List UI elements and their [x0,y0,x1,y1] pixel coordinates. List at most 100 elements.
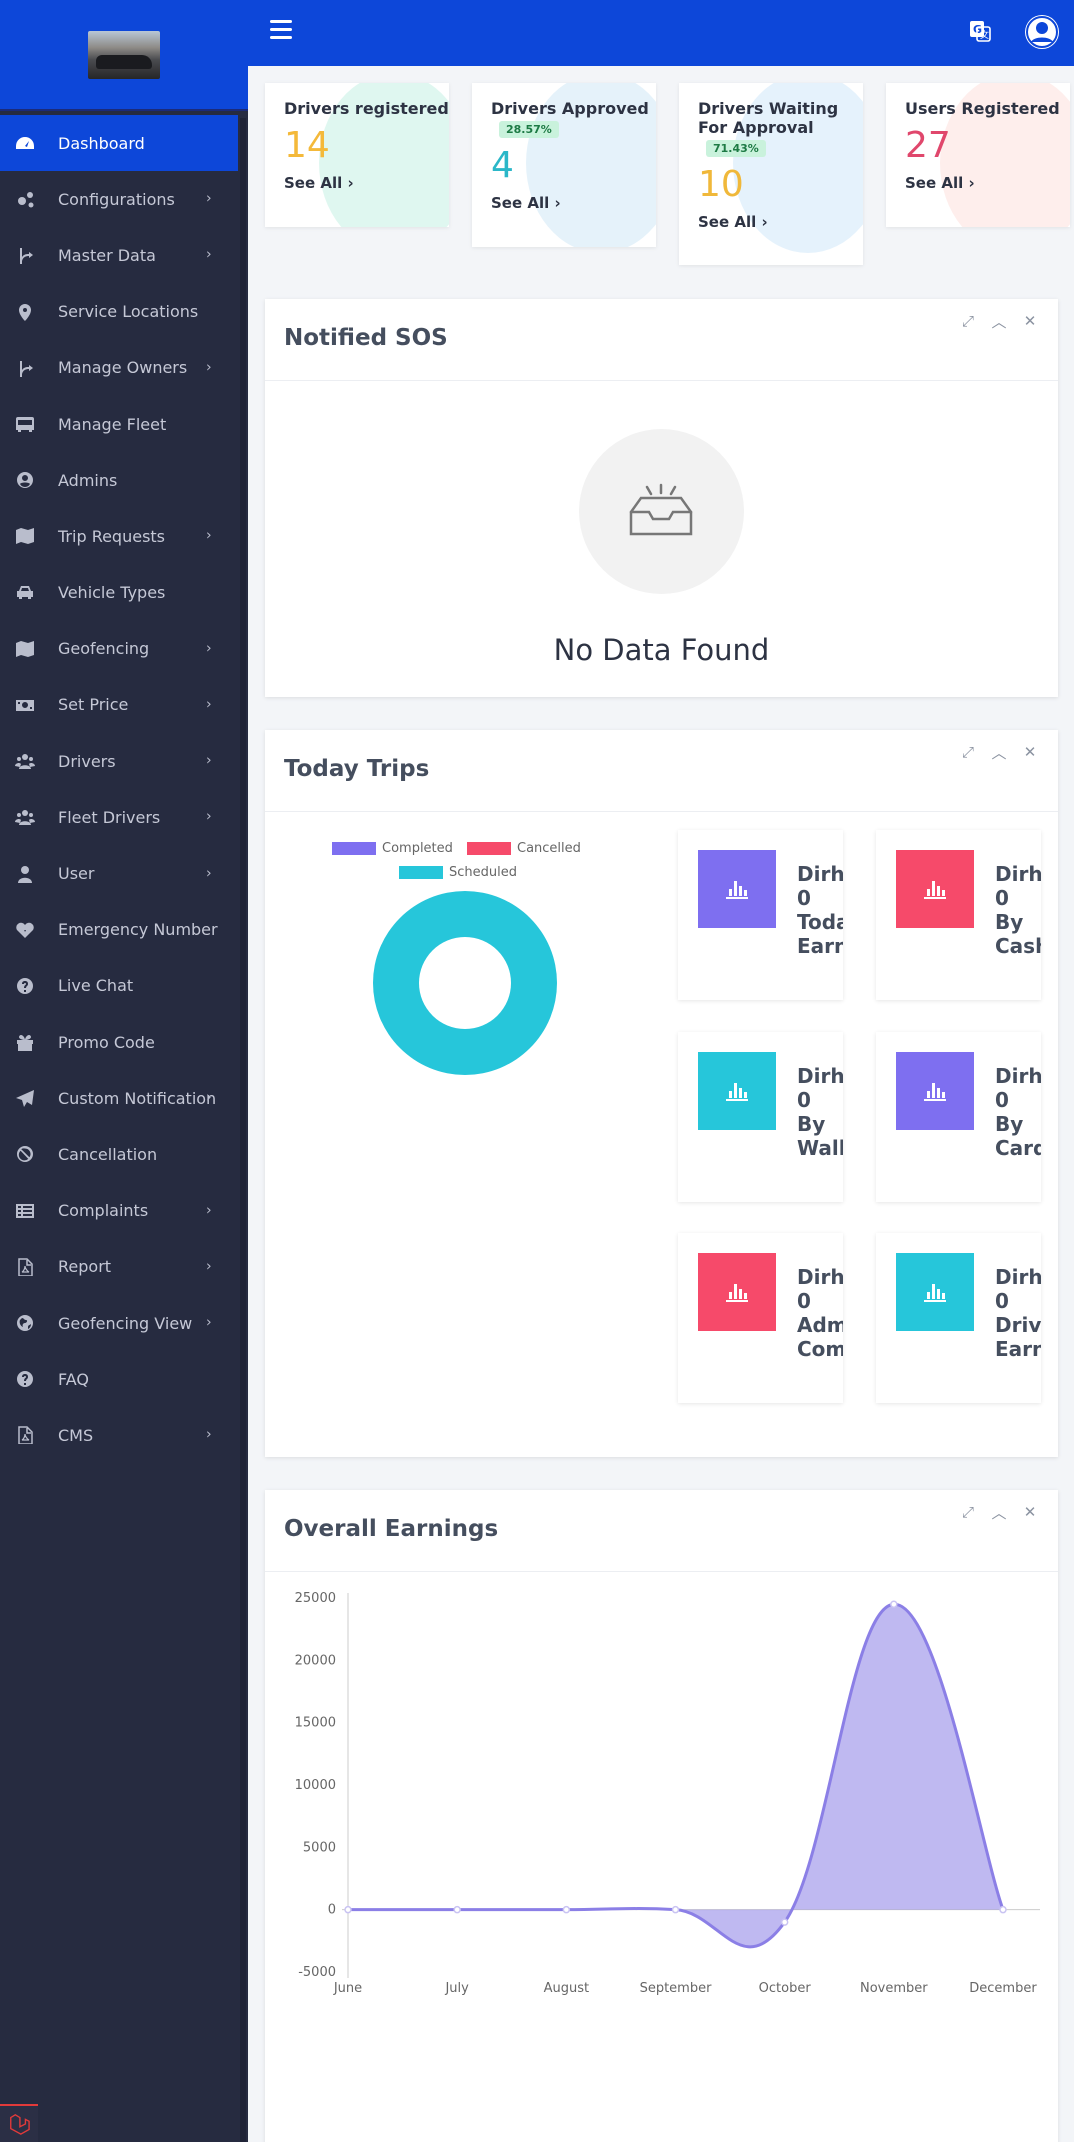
svg-text:文: 文 [980,29,989,41]
expand-icon[interactable]: ⤢ [960,1503,976,1521]
legend-label: Scheduled [449,865,517,880]
panel-title: Today Trips [284,756,430,782]
summary-line: 0 [995,1289,1009,1313]
bar-chart-icon [698,850,776,928]
chevron-right-icon: › [206,190,212,207]
x-tick-label: July [444,1981,469,1996]
stat-card: Drivers Waiting For Approval 71.43% 10 See … [679,83,863,265]
pdf-file-icon [14,1426,36,1445]
see-all-label: See All [491,194,550,212]
sidebar-item-drivers[interactable]: Drivers › [0,733,248,789]
sidebar-item-label: User [58,864,95,884]
see-all-link[interactable]: See All › [284,174,449,192]
sidebar-item-label: Configurations [58,189,175,209]
sidebar-item-configurations[interactable]: Configurations › [0,171,248,227]
summary-text: Dirham0ByCard/Or [995,1064,1041,1160]
sidebar-item-label: Geofencing View [58,1313,193,1333]
close-icon[interactable]: ✕ [1022,1503,1038,1521]
legend-item-scheduled[interactable]: Scheduled [399,865,517,880]
question-circle-icon [14,1370,36,1388]
stat-card: Drivers registered 14 See All › [265,83,449,227]
summary-line: 0 [995,886,1009,910]
chevron-right-icon: › [206,1258,212,1275]
cogs-icon [14,190,36,208]
paper-plane-icon [14,1089,36,1108]
summary-line: Dirham [995,1265,1041,1289]
see-all-link[interactable]: See All › [905,174,1070,192]
sidebar-item-label: Live Chat [58,976,134,996]
legend-item-completed[interactable]: Completed [332,841,453,856]
sidebar-item-label: Promo Code [58,1032,155,1052]
sidebar-item-service-locations[interactable]: Service Locations [0,284,248,340]
close-icon[interactable]: ✕ [1022,743,1038,761]
map-pin-icon [14,303,36,321]
gift-icon [14,1033,36,1052]
menu-toggle-icon[interactable] [270,20,292,40]
expand-icon[interactable]: ⤢ [960,312,976,330]
panel-tools: ⤢ ︿ ✕ [960,743,1038,762]
sidebar-item-geofencing-view[interactable]: Geofencing View › [0,1295,248,1351]
sidebar-item-custom-notification[interactable]: Custom Notification › [0,1070,248,1126]
summary-line: By [797,1112,826,1136]
sidebar-item-master-data[interactable]: Master Data › [0,227,248,283]
sidebar-item-dashboard[interactable]: Dashboard [0,115,238,172]
summary-line: By [995,910,1024,934]
user-avatar-icon[interactable] [1025,15,1059,49]
pdf-file-icon [14,1258,36,1276]
y-tick-label: 10000 [295,1778,336,1793]
sidebar-item-label: Vehicle Types [58,583,166,603]
sidebar-item-set-price[interactable]: Set Price › [0,677,248,733]
legend-label: Completed [382,841,453,856]
brand-logo[interactable] [88,30,160,79]
legend-item-cancelled[interactable]: Cancelled [467,841,581,856]
data-point [999,1905,1007,1914]
sidebar-item-report[interactable]: Report › [0,1239,248,1295]
chevron-right-icon: › [206,1314,212,1331]
close-icon[interactable]: ✕ [1022,312,1038,330]
summary-line: Cash [995,934,1041,958]
y-tick-label: 15000 [295,1716,336,1731]
sidebar-scrollbar[interactable] [238,118,248,2142]
expand-icon[interactable]: ⤢ [960,743,976,761]
branch-icon [14,246,36,265]
bar-chart-icon [698,1253,776,1331]
sidebar-item-label: Manage Fleet [58,414,167,434]
earning-summary-card: Dirham0ByWallet [678,1032,843,1202]
sidebar-item-live-chat[interactable]: Live Chat [0,958,248,1014]
summary-line: Wallet [797,1136,843,1160]
chevron-right-icon: › [206,696,212,713]
sidebar-item-manage-fleet[interactable]: Manage Fleet [0,396,248,452]
summary-line: Commis [797,1337,843,1361]
sidebar-item-complaints[interactable]: Complaints › [0,1183,248,1239]
translate-icon[interactable]: G 文 [968,19,992,43]
sidebar-item-emergency-number[interactable]: Emergency Number [0,902,248,958]
topbar: G 文 [248,0,1074,66]
sidebar-item-promo-code[interactable]: Promo Code [0,1014,248,1070]
sidebar-item-cancellation[interactable]: Cancellation [0,1126,248,1182]
sidebar-item-user[interactable]: User › [0,845,248,901]
collapse-icon[interactable]: ︿ [991,313,1007,331]
collapse-icon[interactable]: ︿ [991,744,1007,762]
dashboard-icon [14,134,36,152]
panel-title: Overall Earnings [284,1516,499,1542]
map-icon [14,640,36,658]
sidebar-item-fleet-drivers[interactable]: Fleet Drivers › [0,789,248,845]
sidebar-item-vehicle-types[interactable]: Vehicle Types [0,565,248,621]
see-all-link[interactable]: See All › [698,213,863,231]
y-tick-label: 5000 [303,1840,336,1855]
chevron-right-icon: › [206,1202,212,1219]
sidebar-item-faq[interactable]: FAQ [0,1351,248,1407]
sidebar-item-manage-owners[interactable]: Manage Owners › [0,340,248,396]
stat-title: Drivers Waiting For Approval [698,99,839,137]
bar-chart-icon [896,850,974,928]
see-all-link[interactable]: See All › [491,194,656,212]
sidebar-item-cms[interactable]: CMS › [0,1407,248,1463]
sidebar-item-trip-requests[interactable]: Trip Requests › [0,508,248,564]
x-tick-label: November [860,1981,928,1996]
collapse-icon[interactable]: ︿ [991,1504,1007,1522]
chevron-right-icon: › [206,752,212,769]
trips-donut-chart[interactable] [373,891,557,1075]
sidebar-item-geofencing[interactable]: Geofencing › [0,621,248,677]
sidebar-item-admins[interactable]: Admins [0,452,248,508]
summary-line: Earnings [995,1337,1041,1361]
